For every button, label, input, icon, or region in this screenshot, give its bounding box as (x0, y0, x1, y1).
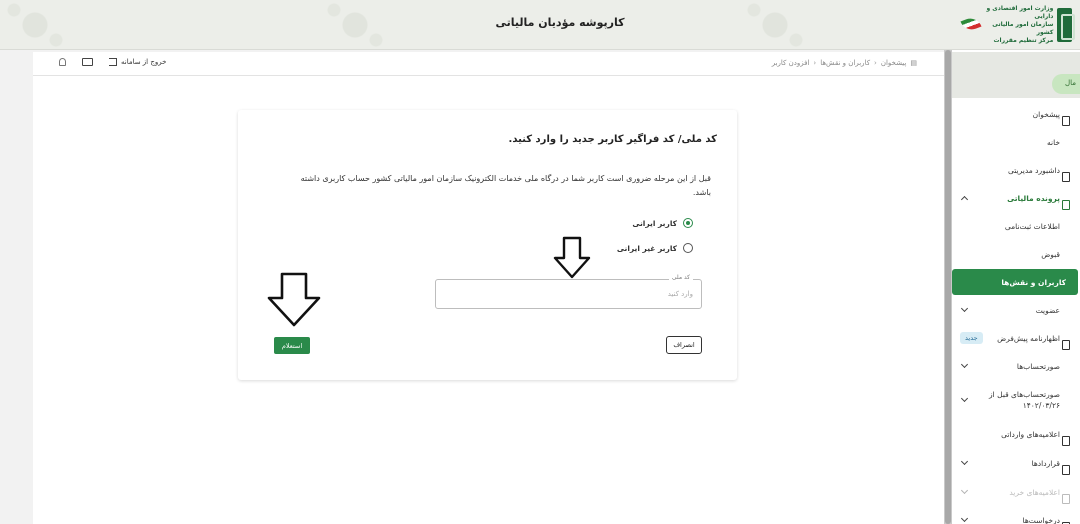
top-toolbar: خروج از سامانه ▤ پیشخوان ‹ کاربران و نقش… (33, 52, 944, 76)
sidebar-item-label: اعلامیه‌های خرید (1009, 487, 1060, 497)
sidebar-item-label: عضویت (1035, 305, 1060, 315)
sidebar-item-label: کاربران و نقش‌ها (1001, 277, 1066, 287)
sidebar-item-old-invoices[interactable]: صورتحساب‌های قبل از ۱۴۰۲/۰۳/۲۶ (952, 383, 1080, 417)
sidebar-item-label: صورتحساب‌های قبل از ۱۴۰۲/۰۳/۲۶ (989, 390, 1060, 410)
sidebar-item-label: اظهارنامه پیش‌فرض (997, 333, 1060, 343)
logo-text: وزارت امور اقتصادی و دارایی سازمان امور … (982, 5, 1053, 45)
sidebar-item-import-notices[interactable]: اعلامیه‌های وارداتی (952, 423, 1080, 446)
sidebar-item-contracts[interactable]: قراردادها (952, 452, 1080, 475)
logout-label: خروج از سامانه (121, 58, 167, 66)
sidebar-chip[interactable]: مال (1052, 74, 1080, 94)
breadcrumb: ▤ پیشخوان ‹ کاربران و نقش‌ها ‹ افزودن کا… (772, 59, 917, 67)
new-badge: جدید (960, 332, 983, 344)
sidebar-item-home[interactable]: خانه (952, 131, 1080, 153)
sidebar-item-label: داشبورد مدیریتی (1008, 165, 1060, 175)
inquiry-button[interactable]: استعلام (274, 337, 310, 354)
sidebar-item-invoices[interactable]: صورتحساب‌ها (952, 355, 1080, 377)
form-description: قبل از این مرحله ضروری است کاربر شما در … (300, 174, 711, 197)
sidebar-item-label: قراردادها (1031, 458, 1060, 468)
national-code-input[interactable] (436, 280, 701, 308)
sidebar: مال پیشخوان خانه داشبورد مدیریتی پرونده … (952, 50, 1080, 524)
arrow-down-icon (267, 272, 321, 327)
sidebar-item-label: پیشخوان (1032, 109, 1060, 119)
chevron-left-icon: ‹ (874, 59, 877, 67)
radio-checked-icon[interactable] (683, 218, 693, 228)
cancel-button[interactable]: انصراف (666, 336, 702, 354)
chevron-down-icon (960, 361, 970, 371)
sidebar-item-requests[interactable]: درخواست‌ها (952, 509, 1080, 524)
radio-label: کاربر غیر ایرانی (616, 243, 677, 253)
header-ornament (320, 0, 390, 50)
breadcrumb-item[interactable]: پیشخوان (881, 59, 907, 67)
add-user-card: کد ملی/ کد فراگیر کاربر جدید را وارد کنی… (238, 110, 737, 380)
sidebar-item-users-roles[interactable]: کاربران و نقش‌ها (952, 269, 1078, 295)
flag-icon (960, 10, 978, 40)
sidebar-item-label: اعلامیه‌های وارداتی (1001, 429, 1060, 439)
receipt-icon (1062, 493, 1070, 504)
radio-unchecked-icon[interactable] (683, 243, 693, 253)
sidebar-item-management-dashboard[interactable]: داشبورد مدیریتی (952, 159, 1080, 182)
logo-line: سازمان امور مالیاتی کشور (992, 21, 1054, 36)
sidebar-item-label: پرونده مالیاتی (1007, 193, 1060, 203)
home-icon: ▤ (910, 59, 917, 67)
sidebar-item-label: اطلاعات ثبت‌نامی (1004, 221, 1060, 231)
chevron-down-icon (960, 487, 970, 497)
toolbar-actions: خروج از سامانه (59, 58, 166, 66)
logo-line: وزارت امور اقتصادی و دارایی (986, 5, 1054, 20)
sidebar-item-label: خانه (1046, 137, 1060, 147)
chart-icon (1062, 171, 1070, 182)
contract-icon (1062, 464, 1070, 475)
breadcrumb-current: افزودن کاربر (771, 59, 810, 67)
sidebar-item-membership[interactable]: عضویت (952, 299, 1080, 321)
national-code-field[interactable]: کد ملی (435, 274, 702, 309)
radio-label: کاربر ایرانی (632, 218, 677, 228)
sidebar-item-registration-info[interactable]: اطلاعات ثبت‌نامی (952, 215, 1080, 237)
logo-line: مرکز تنظیم مقررات (993, 37, 1054, 44)
radio-foreign-user[interactable]: کاربر غیر ایرانی (617, 243, 693, 253)
logout-icon (109, 58, 117, 66)
sidebar-item-tax-file[interactable]: پرونده مالیاتی (952, 187, 1080, 210)
chevron-down-icon (960, 395, 970, 405)
organization-logo: وزارت امور اقتصادی و دارایی سازمان امور … (960, 5, 1075, 45)
form-title: کد ملی/ کد فراگیر کاربر جدید را وارد کنی… (508, 134, 717, 145)
app-title: کارپوشه مؤدیان مالیاتی (495, 16, 625, 29)
sidebar-item-label: درخواست‌ها (1022, 515, 1060, 524)
breadcrumb-item[interactable]: کاربران و نقش‌ها (820, 59, 870, 67)
sidebar-item-default-declaration[interactable]: اظهارنامه پیش‌فرض جدید (952, 327, 1080, 350)
document-icon (1062, 435, 1070, 446)
checklist-icon (1062, 339, 1070, 350)
field-label: کد ملی (668, 274, 693, 281)
sidebar-item-label: قبوض (1041, 249, 1060, 259)
chevron-down-icon (960, 458, 970, 468)
chevron-up-icon (960, 193, 970, 203)
app-header: کارپوشه مؤدیان مالیاتی وزارت امور اقتصاد… (0, 0, 1080, 50)
sidebar-scrollbar-thumb[interactable] (945, 50, 951, 524)
arrow-down-icon (553, 236, 591, 279)
sidebar-item-purchase-notices[interactable]: اعلامیه‌های خرید (952, 481, 1080, 504)
sidebar-item-bills[interactable]: قبوض (952, 243, 1080, 265)
bell-icon[interactable] (59, 58, 66, 66)
chevron-down-icon (960, 305, 970, 315)
emblem-icon (1057, 8, 1075, 42)
header-ornament (740, 0, 810, 50)
chevron-left-icon: ‹ (813, 59, 817, 67)
header-ornament (0, 0, 70, 50)
sidebar-item-dashboard-home[interactable]: پیشخوان (952, 103, 1080, 126)
file-icon (1062, 199, 1070, 210)
sidebar-item-label: صورتحساب‌ها (1016, 361, 1060, 371)
dashboard-icon (1062, 115, 1070, 126)
logout-button[interactable]: خروج از سامانه (109, 58, 166, 66)
chevron-down-icon (960, 515, 970, 524)
radio-iranian-user[interactable]: کاربر ایرانی (632, 218, 693, 228)
folder-icon[interactable] (82, 58, 93, 66)
